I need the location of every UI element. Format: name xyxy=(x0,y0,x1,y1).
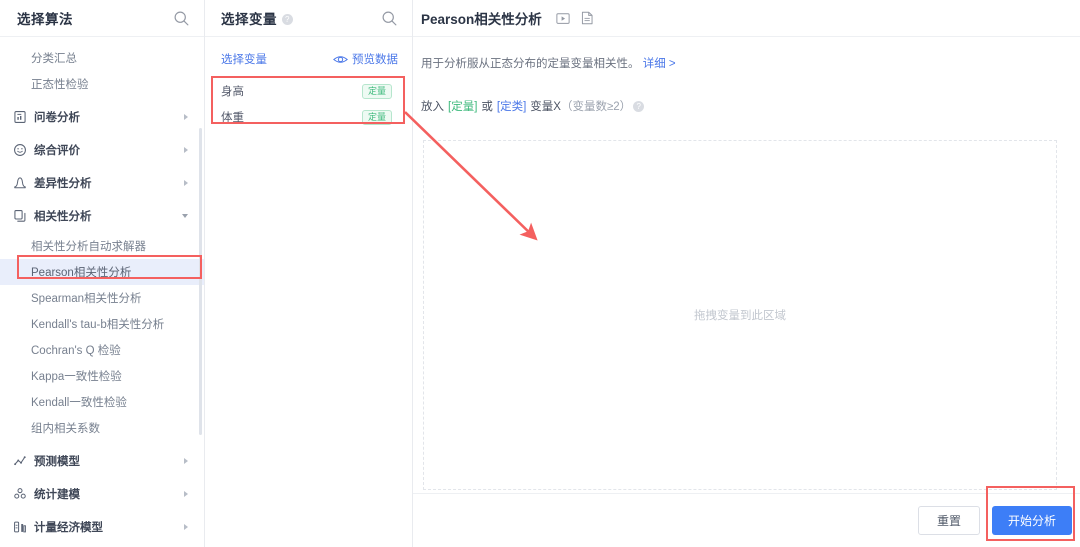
variable-panel-title-text: 选择变量 xyxy=(221,12,277,27)
sidebar-item-tongjijianmo[interactable]: 统计建模 xyxy=(0,481,204,507)
sidebar-item-kendall-taub[interactable]: Kendall's tau-b相关性分析 xyxy=(0,311,204,337)
sidebar-item-zongheping jia[interactable]: 综合评价 xyxy=(0,137,204,163)
sidebar-item-icc[interactable]: 组内相关系数 xyxy=(0,415,204,441)
app-root: 选择算法 分类汇总 正态性检验 问卷分析 综合评价 差异性分析 相关性分析 相关… xyxy=(0,0,1080,547)
variable-panel-header: 选择变量? xyxy=(205,0,412,37)
sidebar-item-label: Kappa一致性检验 xyxy=(31,371,122,383)
header-icon-group xyxy=(556,11,594,25)
chevron-right-icon xyxy=(184,491,188,497)
chevron-right-icon xyxy=(184,180,188,186)
variable-type-tag: 定量 xyxy=(361,109,392,125)
sidebar-item-kappa[interactable]: Kappa一致性检验 xyxy=(0,363,204,389)
sidebar-item-label: 预测模型 xyxy=(34,456,80,468)
sidebar-item-label: 组内相关系数 xyxy=(31,423,100,435)
eye-icon xyxy=(333,54,348,65)
help-icon[interactable]: ? xyxy=(633,100,645,112)
variable-row[interactable]: 体重 定量 xyxy=(205,105,402,129)
tag-quantitative-label: [定量] xyxy=(448,101,478,113)
main-footer: 重置 开始分析 xyxy=(413,493,1080,547)
sidebar-item-kendall-consistency[interactable]: Kendall一致性检验 xyxy=(0,389,204,415)
chevron-right-icon xyxy=(184,147,188,153)
detail-link[interactable]: 详细 > xyxy=(643,58,676,70)
sidebar-scrollbar[interactable] xyxy=(199,128,202,435)
line-chart-icon xyxy=(12,454,27,469)
nodes-icon xyxy=(12,487,27,502)
sidebar-item-label: 统计建模 xyxy=(34,489,80,501)
dropzone-label-conj: 或 xyxy=(481,101,493,113)
variable-name: 身高 xyxy=(221,86,244,98)
sidebar-item-label: Kendall一致性检验 xyxy=(31,397,127,409)
sidebar-item-label: Cochran's Q 检验 xyxy=(31,345,121,357)
sidebar-item-label: 综合评价 xyxy=(34,145,80,157)
sidebar-nav-list[interactable]: 分类汇总 正态性检验 问卷分析 综合评价 差异性分析 相关性分析 相关性分析自动… xyxy=(0,37,204,547)
play-box-icon[interactable] xyxy=(556,12,570,25)
sidebar-item-chayixingfenxi[interactable]: 差异性分析 xyxy=(0,170,204,196)
preview-data-label: 预览数据 xyxy=(352,54,398,66)
sidebar-item-label: 分类汇总 xyxy=(31,53,77,65)
main-header: Pearson相关性分析 xyxy=(413,0,1080,37)
variable-subbar: 选择变量 预览数据 xyxy=(205,43,412,75)
variable-list: 身高 定量 体重 定量 xyxy=(205,79,412,129)
preview-data-button[interactable]: 预览数据 xyxy=(333,51,398,67)
chevron-right-icon xyxy=(184,114,188,120)
sidebar-item-fenleihuizong[interactable]: 分类汇总 xyxy=(0,45,204,71)
sidebar-item-spearman[interactable]: Spearman相关性分析 xyxy=(0,285,204,311)
variable-row[interactable]: 身高 定量 xyxy=(205,79,402,103)
variable-type-tag: 定量 xyxy=(361,83,392,99)
dropzone-label: 放入 [定量] 或 [定类] 变量X （变量数≥2） ? xyxy=(413,71,1080,114)
sidebar-item-label: Pearson相关性分析 xyxy=(31,267,132,279)
dropzone-placeholder: 拖拽变量到此区域 xyxy=(694,310,786,322)
chevron-down-icon xyxy=(182,214,188,218)
page-title: Pearson相关性分析 xyxy=(421,12,542,27)
chevron-right-icon xyxy=(184,524,188,530)
document-icon[interactable] xyxy=(581,11,594,25)
algorithm-description: 用于分析服从正态分布的定量变量相关性。 详细 > xyxy=(413,37,1080,71)
sidebar-item-label: 问卷分析 xyxy=(34,112,80,124)
search-icon[interactable] xyxy=(381,10,398,27)
variable-panel: 选择变量? 选择变量 预览数据 身高 定量 体重 定量 xyxy=(205,0,413,547)
start-analysis-button[interactable]: 开始分析 xyxy=(992,506,1072,535)
sidebar-item-label: 相关性分析自动求解器 xyxy=(31,241,146,253)
description-text: 用于分析服从正态分布的定量变量相关性。 xyxy=(421,58,640,70)
reset-button[interactable]: 重置 xyxy=(918,506,980,535)
dropzone-label-prefix: 放入 xyxy=(421,101,444,113)
dropzone-label-count-hint: （变量数≥2） xyxy=(560,101,632,113)
sidebar-item-wenjuanfenxi[interactable]: 问卷分析 xyxy=(0,104,204,130)
sidebar-item-pearson[interactable]: Pearson相关性分析 xyxy=(0,259,204,285)
sidebar-item-jiliangjingjimoxing[interactable]: 计量经济模型 xyxy=(0,514,204,540)
survey-chart-icon xyxy=(12,110,27,125)
help-icon[interactable]: ? xyxy=(282,14,293,25)
sidebar-item-label: 正态性检验 xyxy=(31,79,89,91)
sidebar-item-zhengtaixingjianyan[interactable]: 正态性检验 xyxy=(0,71,204,97)
tag-categorical-label: [定类] xyxy=(496,101,527,113)
sidebar-item-xiangguanxingfenxi[interactable]: 相关性分析 xyxy=(0,203,204,229)
variable-dropzone[interactable]: 拖拽变量到此区域 xyxy=(423,140,1057,490)
smiley-icon xyxy=(12,143,27,158)
bar-chart-icon xyxy=(12,520,27,535)
sidebar-header: 选择算法 xyxy=(0,0,204,37)
sidebar-item-label: 相关性分析 xyxy=(34,211,92,223)
sidebar-item-yucemoxing[interactable]: 预测模型 xyxy=(0,448,204,474)
sidebar-item-label: Spearman相关性分析 xyxy=(31,293,142,305)
main-panel: Pearson相关性分析 用于分析服从正态分布的定量变量相关性。 详细 > 放入… xyxy=(413,0,1080,547)
sidebar-item-label: 差异性分析 xyxy=(34,178,92,190)
algorithm-sidebar: 选择算法 分类汇总 正态性检验 问卷分析 综合评价 差异性分析 相关性分析 相关… xyxy=(0,0,205,547)
bell-curve-icon xyxy=(12,176,27,191)
sidebar-title: 选择算法 xyxy=(17,12,73,27)
search-icon[interactable] xyxy=(173,10,190,27)
chevron-right-icon xyxy=(184,458,188,464)
select-variable-link[interactable]: 选择变量 xyxy=(221,51,267,67)
variable-panel-title: 选择变量? xyxy=(221,8,293,28)
sidebar-item-auto-solver[interactable]: 相关性分析自动求解器 xyxy=(0,233,204,259)
sidebar-item-label: 计量经济模型 xyxy=(34,522,103,534)
sidebar-item-label: Kendall's tau-b相关性分析 xyxy=(31,319,165,331)
sidebar-item-cochran-q[interactable]: Cochran's Q 检验 xyxy=(0,337,204,363)
dropzone-label-suffix: 变量X xyxy=(530,101,561,113)
layers-icon xyxy=(12,209,27,224)
variable-name: 体重 xyxy=(221,112,244,124)
